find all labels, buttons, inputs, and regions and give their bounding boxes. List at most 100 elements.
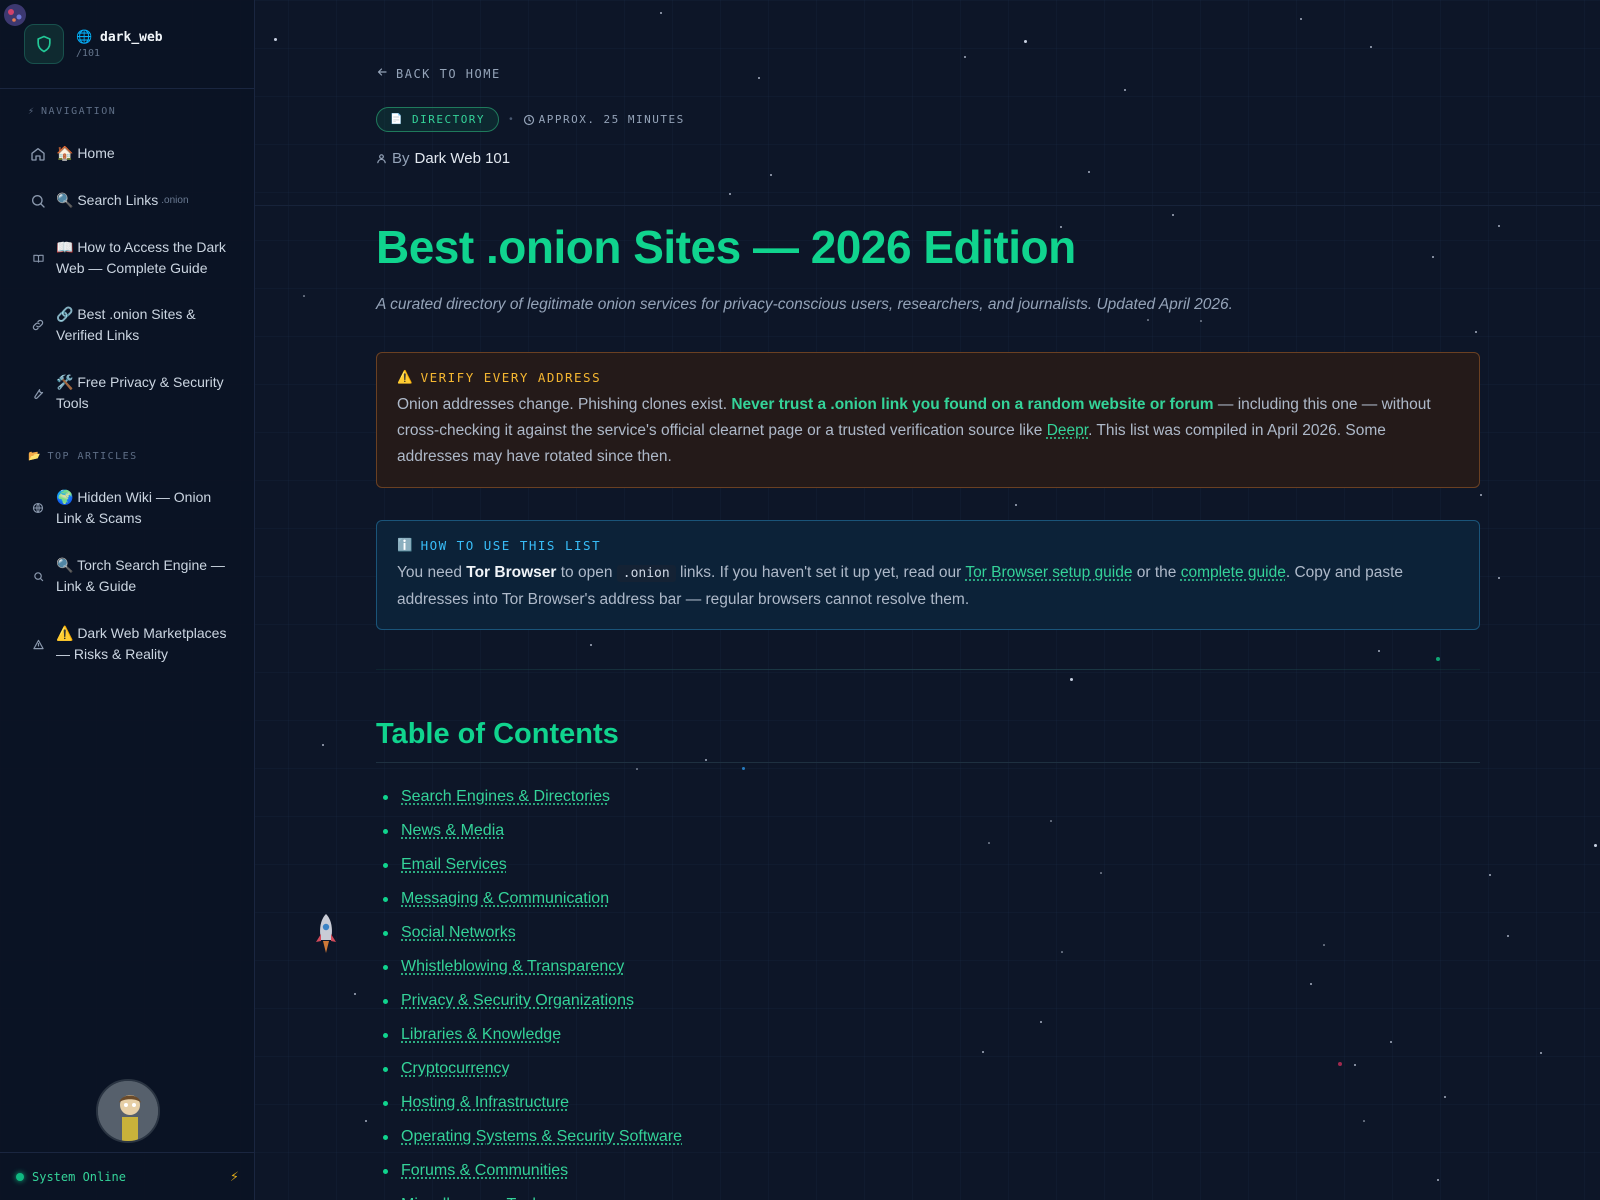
toc-link[interactable]: Hosting & Infrastructure xyxy=(401,1094,569,1112)
clock-icon xyxy=(523,114,535,126)
sidebar-item-torch[interactable]: 🔍 Torch Search Engine — Link & Guide xyxy=(0,555,255,597)
star xyxy=(1338,1062,1342,1066)
toc-link[interactable]: Libraries & Knowledge xyxy=(401,1026,561,1044)
deepr-link[interactable]: Deepr xyxy=(1047,422,1088,439)
toc-link[interactable]: News & Media xyxy=(401,822,504,840)
star xyxy=(1363,1120,1365,1122)
star xyxy=(1015,504,1017,506)
sidebar-item-best-onion-sites[interactable]: 🔗 Best .onion Sites & Verified Links xyxy=(0,304,255,346)
toc-link[interactable]: Email Services xyxy=(401,856,507,874)
toc-link[interactable]: Whistleblowing & Transparency xyxy=(401,958,624,976)
toc-link[interactable]: Messaging & Communication xyxy=(401,890,609,908)
onion-code: .onion xyxy=(616,565,676,582)
status-dot-icon xyxy=(16,1172,24,1181)
toc-link[interactable]: Privacy & Security Organizations xyxy=(401,992,634,1010)
list-item: Whistleblowing & Transparency xyxy=(376,950,682,984)
toc-link[interactable]: Operating Systems & Security Software xyxy=(401,1128,682,1146)
nav-section-navigation: ⚡ NAVIGATION xyxy=(0,106,144,117)
star xyxy=(660,12,662,14)
bullet-icon xyxy=(383,862,388,868)
onion-suffix: .onion xyxy=(161,195,189,206)
star xyxy=(1498,225,1500,227)
sidebar-item-privacy-tools[interactable]: 🛠️ Free Privacy & Security Tools xyxy=(0,372,255,414)
brand-name-text: dark_web xyxy=(100,29,163,45)
arrow-left-icon xyxy=(376,66,388,81)
sidebar-item-label: 📖 How to Access the Dark Web — Complete … xyxy=(56,239,226,276)
star xyxy=(1475,331,1477,333)
star xyxy=(705,759,707,761)
list-item: Social Networks xyxy=(376,916,682,950)
nav-section-label: TOP ARTICLES xyxy=(47,451,138,462)
star xyxy=(303,295,305,297)
globe-icon xyxy=(28,502,48,514)
star xyxy=(1436,657,1440,661)
star xyxy=(274,38,277,41)
star xyxy=(1124,89,1126,91)
star xyxy=(1061,951,1063,953)
star xyxy=(590,644,592,646)
avatar[interactable] xyxy=(96,1079,160,1143)
info-text: links. If you haven't set it up yet, rea… xyxy=(675,564,966,581)
warning-callout-body: Onion addresses change. Phishing clones … xyxy=(397,392,1459,470)
user-icon xyxy=(376,153,387,164)
header-divider xyxy=(255,205,1600,206)
toc-link[interactable]: Social Networks xyxy=(401,924,516,942)
back-label: BACK TO HOME xyxy=(396,66,501,81)
star xyxy=(1200,320,1202,322)
status-text: System Online xyxy=(32,1169,126,1184)
star xyxy=(1024,40,1027,43)
link-icon xyxy=(28,318,48,332)
bullet-icon xyxy=(383,930,388,936)
sidebar-item-label: 🏠 Home xyxy=(56,145,115,161)
category-badge[interactable]: 📄 DIRECTORY xyxy=(376,107,500,132)
bullet-icon xyxy=(383,828,388,834)
toc-link[interactable]: Forums & Communities xyxy=(401,1162,568,1180)
info-text: to open xyxy=(556,564,617,581)
list-item: Miscellaneous Tools xyxy=(376,1188,682,1200)
page-title: Best .onion Sites — 2026 Edition xyxy=(376,221,1076,273)
table-of-contents: Search Engines & Directories News & Media… xyxy=(376,780,682,1200)
back-to-home-link[interactable]: BACK TO HOME xyxy=(376,66,501,81)
brand-globe-icon: 🌐 xyxy=(76,29,93,45)
toc-link[interactable]: Cryptocurrency xyxy=(401,1060,509,1078)
sidebar-item-search-links[interactable]: 🔍 Search Links .onion xyxy=(0,190,255,211)
sidebar-item-marketplaces[interactable]: ⚠️ Dark Web Marketplaces — Risks & Reali… xyxy=(0,623,255,665)
toc-link[interactable]: Miscellaneous Tools xyxy=(401,1196,544,1200)
sidebar-item-label: 🔍 Search Links xyxy=(56,192,159,208)
bullet-icon xyxy=(383,1134,388,1140)
sidebar: 🌐 dark_web /101 ⚡ NAVIGATION 🏠 Home 🔍 Se… xyxy=(0,0,255,1200)
sidebar-item-label: 🌍 Hidden Wiki — Onion Link & Scams xyxy=(56,489,212,526)
star xyxy=(982,1051,984,1053)
info-icon: ℹ️ xyxy=(397,537,413,552)
star xyxy=(1354,1064,1356,1066)
star xyxy=(1172,214,1174,216)
star xyxy=(1480,494,1482,496)
list-item: Messaging & Communication xyxy=(376,882,682,916)
info-text: You need xyxy=(397,564,467,581)
document-icon: 📄 xyxy=(390,114,404,125)
shield-logo-icon xyxy=(24,24,64,64)
bullet-icon xyxy=(383,1066,388,1072)
star xyxy=(1370,46,1372,48)
tor-setup-guide-link[interactable]: Tor Browser setup guide xyxy=(965,564,1132,581)
toc-link[interactable]: Search Engines & Directories xyxy=(401,788,610,806)
complete-guide-link[interactable]: complete guide xyxy=(1181,564,1286,581)
star xyxy=(770,174,772,176)
bullet-icon xyxy=(383,1100,388,1106)
sidebar-item-access-guide[interactable]: 📖 How to Access the Dark Web — Complete … xyxy=(0,237,255,279)
reading-time: APPROX. 25 MINUTES xyxy=(523,113,685,126)
nav-section-top-articles: 📂 TOP ARTICLES xyxy=(0,451,166,462)
brand[interactable]: 🌐 dark_web /101 xyxy=(0,0,254,89)
sidebar-item-home[interactable]: 🏠 Home xyxy=(0,143,255,164)
warning-callout: ⚠️ VERIFY EVERY ADDRESS Onion addresses … xyxy=(376,352,1480,488)
search-icon xyxy=(28,571,48,582)
folder-icon: 📂 xyxy=(28,451,41,462)
sidebar-footer: System Online ⚡ xyxy=(0,1152,255,1200)
warning-icon: ⚠️ xyxy=(397,369,413,384)
bolt-icon[interactable]: ⚡ xyxy=(230,1169,239,1185)
rocket-icon xyxy=(316,914,336,953)
star xyxy=(1390,1041,1392,1043)
sidebar-item-hidden-wiki[interactable]: 🌍 Hidden Wiki — Onion Link & Scams xyxy=(0,487,255,529)
search-icon xyxy=(28,193,48,209)
star xyxy=(964,56,966,58)
